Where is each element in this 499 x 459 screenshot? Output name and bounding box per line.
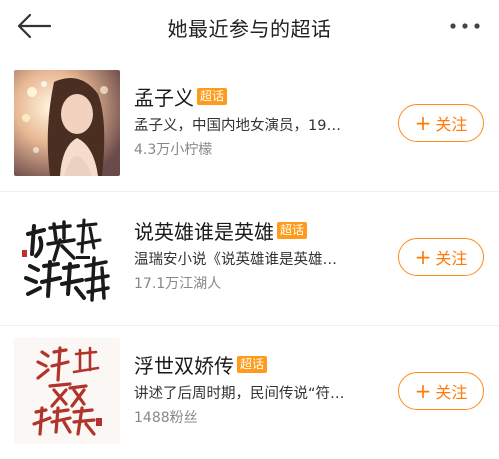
follow-button[interactable]: + 关注 xyxy=(398,372,484,410)
follow-button-label: 关注 xyxy=(435,383,468,402)
super-topic-badge: 超话 xyxy=(277,221,308,239)
topic-description: 温瑞安小说《说英雄谁是英雄… xyxy=(134,252,337,268)
follow-button[interactable]: + 关注 xyxy=(398,238,484,276)
page-title: 她最近参与的超话 xyxy=(167,17,332,41)
follow-button[interactable]: + 关注 xyxy=(398,104,484,142)
follow-button-label: 关注 xyxy=(435,249,468,268)
follow-button-label: 关注 xyxy=(435,115,468,134)
topic-item[interactable]: 孟子义 超话 孟子义，中国内地女演员，19… 4.3万小柠檬 + 关注 xyxy=(0,58,499,192)
topic-thumbnail-calligraphy[interactable] xyxy=(14,204,120,310)
super-topic-badge: 超话 xyxy=(237,355,268,373)
topic-thumbnail-portrait[interactable] xyxy=(14,70,120,176)
topic-thumbnail-title-art[interactable] xyxy=(14,338,120,444)
more-options-icon[interactable] xyxy=(445,16,485,36)
top-nav-bar: 她最近参与的超话 xyxy=(0,0,499,52)
topic-name[interactable]: 说英雄谁是英雄 xyxy=(134,216,274,245)
topic-follower-count: 17.1万江湖人 xyxy=(134,276,222,292)
topic-item[interactable]: 浮世双娇传 超话 讲述了后周时期，民间传说“符… 1488粉丝 + 关注 xyxy=(0,326,499,459)
topic-name[interactable]: 浮世双娇传 xyxy=(134,350,234,379)
topic-follower-count: 1488粉丝 xyxy=(134,410,198,426)
plus-icon: + xyxy=(414,111,432,135)
topic-name[interactable]: 孟子义 xyxy=(134,82,194,111)
plus-icon: + xyxy=(414,245,432,269)
topic-description: 讲述了后周时期，民间传说“符… xyxy=(134,386,345,402)
topic-list: 孟子义 超话 孟子义，中国内地女演员，19… 4.3万小柠檬 + 关注 说英雄谁… xyxy=(0,58,499,459)
super-topic-badge: 超话 xyxy=(197,87,228,105)
topic-description: 孟子义，中国内地女演员，19… xyxy=(134,118,341,134)
topic-item[interactable]: 说英雄谁是英雄 超话 温瑞安小说《说英雄谁是英雄… 17.1万江湖人 + 关注 xyxy=(0,192,499,326)
topic-follower-count: 4.3万小柠檬 xyxy=(134,142,213,158)
plus-icon: + xyxy=(414,379,432,403)
